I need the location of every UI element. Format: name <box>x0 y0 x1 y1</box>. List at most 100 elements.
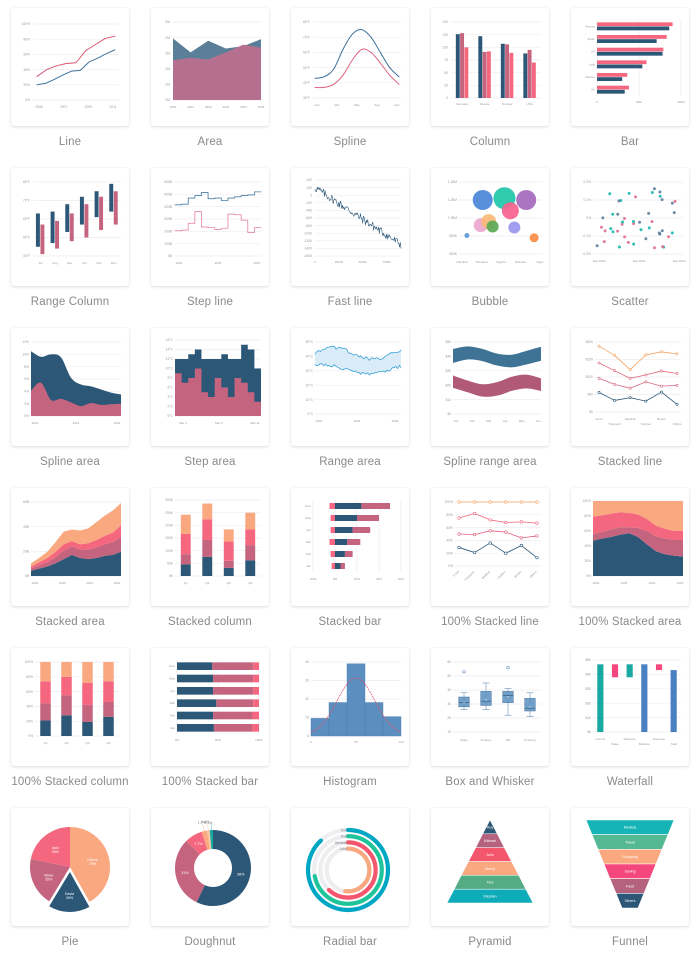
axis-label: 80% <box>446 513 453 517</box>
chart-card-spline[interactable]: 30°F40°F50°F60°F70°F80°FJanMarMaySepNov <box>291 8 409 126</box>
chart-card-label-bubble: Bubble <box>472 295 509 309</box>
axis-label: 40% <box>584 544 591 548</box>
chart-card-spline-area[interactable]: 0%2%4%6%8%10%12%201020142018 <box>11 328 129 446</box>
axis-label: 50% <box>215 738 221 742</box>
axis-label: Others <box>529 570 539 580</box>
axis-label: -400 <box>305 209 312 213</box>
axis-label: 80% <box>26 675 33 679</box>
axis-label: 12°C <box>166 357 174 361</box>
axis-label: Feb <box>170 714 176 718</box>
chart-card-pct-stacked-area[interactable]: 0%20%40%60%80%100%2000200520102015 <box>571 488 689 606</box>
axis-label: -20% <box>309 577 316 581</box>
axis-label: 50K <box>167 562 174 566</box>
axis-label: 300B <box>164 217 173 221</box>
chart-card-line[interactable]: 0%20%40%60%80%100%2006200720092011 <box>11 8 129 126</box>
chart-card-fast-line[interactable]: -1600-1400-1200-1000-800-600-400-2000200… <box>291 168 409 286</box>
axis-label: Roy <box>487 825 494 829</box>
axis-label: 2°C <box>167 405 173 409</box>
chart-card-step-area[interactable]: 0°C2°C4°C6°C8°C10°C12°C14°C16°CMar 1Mar … <box>151 328 269 446</box>
axis-label: May <box>519 419 525 423</box>
chart-cell-stacked-line: $0$50$100$150$200FoodTransportMedicalClo… <box>560 320 700 480</box>
axis-label: Apr <box>306 528 311 532</box>
axis-label: 10% <box>22 353 29 357</box>
axis-label: Nigeria <box>496 260 506 264</box>
axis-label: 39% <box>52 850 60 854</box>
chart-card-range-column[interactable]: 40°F50°F60°F70°F80°FJulAugSepOctNovDec <box>11 168 129 286</box>
axis-label: 400 <box>306 178 312 182</box>
axis-label: 2014 <box>73 421 80 425</box>
axis-label: Jun <box>536 419 541 423</box>
axis-label: 31% <box>181 871 189 875</box>
chart-card-pct-stacked-bar[interactable]: JanFebMarAprMayJune0%50%100% <box>151 648 269 766</box>
chart-card-stacked-area[interactable]: 0B20B40B60B2000200520102015 <box>11 488 129 606</box>
chart-canvas: -0.2%-0.1%0%0.1%0.2%Sep 2009Sep 2014Sep … <box>571 168 689 286</box>
axis-label: Balance <box>639 742 650 746</box>
axis-label: 60% <box>23 53 30 57</box>
chart-canvas: -1600-1400-1200-1000-800-600-400-2000200… <box>291 168 409 286</box>
axis-label: 0 <box>307 734 309 738</box>
axis-label: 100% <box>25 660 34 664</box>
axis-label: $30 <box>445 369 451 373</box>
axis-label: 80% <box>584 514 591 518</box>
axis-label: 100% <box>255 738 263 742</box>
chart-card-step-line[interactable]: 0B100B200B300B400B500B600B200020052010 <box>151 168 269 286</box>
axis-label: 20% <box>23 83 30 87</box>
axis-label: US <box>591 50 595 54</box>
chart-card-radial-bar[interactable]: TomDoeAlexsdaJohn <box>291 808 409 926</box>
axis-label: 8% <box>24 365 29 369</box>
axis-label: 40B <box>23 525 30 529</box>
chart-cell-pct-stacked-column: 0%20%40%60%80%100%Q1Q2Q3Q4100% Stacked c… <box>0 640 140 800</box>
chart-card-bubble[interactable]: 650K850K1.05M1.25M1.45MNamibiaTanzaniaNi… <box>431 168 549 286</box>
axis-label: 0% <box>25 98 30 102</box>
chart-card-pyramid[interactable]: RoyMichaelJohnMercyTinaStephen <box>431 808 549 926</box>
chart-canvas: 102030405060×Sales×Finance×HR×Inventory <box>431 648 549 766</box>
axis-label: 20 <box>305 697 309 701</box>
chart-card-funnel[interactable]: MedicalTravelShoppingSavingFoodOthers <box>571 808 689 926</box>
axis-label: Q4 <box>248 581 252 585</box>
axis-label: $50 <box>585 658 591 662</box>
axis-label: 20% <box>354 577 360 581</box>
axis-label: 75000 <box>382 260 391 264</box>
axis-label: 100 <box>398 740 403 744</box>
axis-label: Apr <box>503 419 508 423</box>
chart-cell-funnel: MedicalTravelShoppingSavingFoodOthersFun… <box>560 800 700 960</box>
chart-card-stacked-line[interactable]: $0$50$100$150$200FoodTransportMedicalClo… <box>571 328 689 446</box>
chart-card-pct-stacked-column[interactable]: 0%20%40%60%80%100%Q1Q2Q3Q4 <box>11 648 129 766</box>
axis-label: Mar 6 <box>215 421 223 425</box>
chart-cell-spline-range-area: $0$10$20$30$40$50JanFebMarAprMayJunSplin… <box>420 320 560 480</box>
axis-label: Medical <box>481 570 491 580</box>
axis-label: 60% <box>398 577 404 581</box>
axis-label: 2005 <box>621 581 628 585</box>
chart-card-label-range-column: Range Column <box>31 295 110 309</box>
chart-card-stacked-bar[interactable]: JanFebMarAprMayJune-20%0%20%40%60% <box>291 488 409 606</box>
chart-card-box-whisker[interactable]: 102030405060×Sales×Finance×HR×Inventory <box>431 648 549 766</box>
chart-card-range-area[interactable]: 0°C10°C20°C30°C40°C50°C200020042008 <box>291 328 409 446</box>
axis-label: 50 <box>447 674 451 678</box>
axis-label: 100% <box>22 22 31 26</box>
chart-cell-box-whisker: 102030405060×Sales×Finance×HR×InventoryB… <box>420 640 560 800</box>
chart-card-column[interactable]: 0255075100125150GermanyRussiaNorwayUSA <box>431 8 549 126</box>
chart-card-area[interactable]: 0M1M2M3M4M5M200020012002200320042005 <box>151 8 269 126</box>
chart-card-waterfall[interactable]: $0$10$20$30$40$50IncomeSalesRevenueBalan… <box>571 648 689 766</box>
axis-label: 40% <box>446 539 453 543</box>
chart-card-pct-stacked-line[interactable]: 0%20%40%60%80%100%FoodTransportMedicalCl… <box>431 488 549 606</box>
chart-cell-bar: FranceSpainUSItalyMexicoUK050M100MBar <box>560 0 700 160</box>
axis-label: Nov <box>394 103 400 107</box>
chart-card-spline-range-area[interactable]: $0$10$20$30$40$50JanFebMarAprMayJun <box>431 328 549 446</box>
axis-label: John <box>340 847 347 851</box>
chart-card-stacked-column[interactable]: 0K50K100K150K200K250K300KQ1Q2Q3Q4 <box>151 488 269 606</box>
axis-label: 25 <box>444 84 448 88</box>
chart-card-doughnut[interactable]: 58%31%7.7%2.3%1.2%1.4% <box>151 808 269 926</box>
axis-label: 70°F <box>303 35 310 39</box>
chart-card-scatter[interactable]: -0.2%-0.1%0%0.1%0.2%Sep 2009Sep 2014Sep … <box>571 168 689 286</box>
axis-label: 1.4% <box>201 820 209 824</box>
chart-canvas: 0255075100125150GermanyRussiaNorwayUSA <box>431 8 549 126</box>
axis-label: Transport <box>463 570 475 582</box>
chart-card-histogram[interactable]: 010203040050100 <box>291 648 409 766</box>
axis-label: 500B <box>164 193 173 197</box>
chart-card-pie[interactable]: Others75%David30%Steve35%Jack39% <box>11 808 129 926</box>
chart-cell-range-area: 0°C10°C20°C30°C40°C50°C200020042008Range… <box>280 320 420 480</box>
axis-label: 200K <box>165 524 174 528</box>
chart-card-bar[interactable]: FranceSpainUSItalyMexicoUK050M100M <box>571 8 689 126</box>
axis-label: -800 <box>305 224 312 228</box>
